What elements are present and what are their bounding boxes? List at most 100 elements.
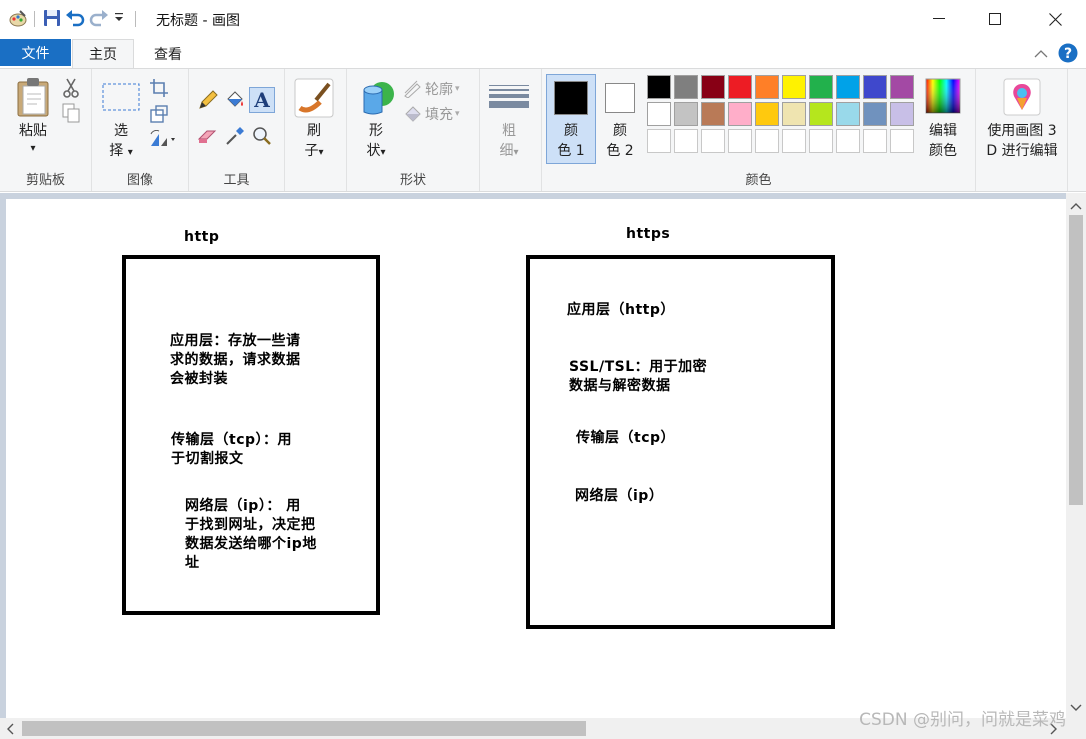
quick-access-toolbar [8, 9, 136, 29]
http-ip-line3: 数据发送给哪个ip地 [185, 536, 317, 552]
custom-color-slot[interactable] [836, 129, 860, 153]
palette-swatch[interactable] [647, 75, 671, 99]
select-label-2: 择 ▾ [109, 143, 133, 159]
outline-button[interactable]: 轮廓 ▾ [403, 79, 475, 99]
scroll-up-icon[interactable] [1070, 199, 1082, 214]
outline-label: 轮廓 [425, 82, 453, 98]
https-ssl-line1: SSL/TSL：用于加密 [569, 359, 708, 375]
palette-swatch[interactable] [755, 75, 779, 99]
brushes-label-2: 子▾ [304, 143, 324, 159]
shapes-button[interactable] [355, 77, 397, 119]
paint3d-button[interactable] [1002, 77, 1042, 117]
minimize-button[interactable] [916, 0, 962, 38]
palette-swatch[interactable] [890, 102, 914, 126]
custom-color-slot[interactable] [863, 129, 887, 153]
cut-icon[interactable] [60, 77, 82, 99]
scroll-left-icon[interactable] [6, 723, 14, 739]
redo-icon[interactable] [89, 9, 113, 29]
horizontal-scroll-thumb[interactable] [22, 721, 586, 736]
scroll-down-icon[interactable] [1070, 701, 1082, 716]
save-icon[interactable] [43, 9, 65, 29]
palette-swatch[interactable] [836, 75, 860, 99]
palette-swatch[interactable] [782, 75, 806, 99]
paste-dropdown-icon[interactable]: ▾ [12, 139, 54, 159]
pencil-icon[interactable] [197, 89, 219, 111]
palette-swatch[interactable] [863, 75, 887, 99]
tab-home[interactable]: 主页 [72, 39, 134, 68]
undo-icon[interactable] [65, 9, 89, 29]
size-label-2: 细▾ [499, 143, 519, 159]
palette-swatch[interactable] [728, 75, 752, 99]
color-picker-icon[interactable] [224, 125, 246, 147]
rotate-icon[interactable] [148, 128, 178, 150]
custom-color-slot[interactable] [701, 129, 725, 153]
vertical-scrollbar[interactable] [1066, 193, 1086, 718]
fill-bucket-icon[interactable] [224, 89, 246, 111]
vertical-scroll-thumb[interactable] [1069, 215, 1083, 505]
copy-icon[interactable] [60, 102, 82, 124]
custom-color-slot[interactable] [728, 129, 752, 153]
palette-swatch[interactable] [755, 102, 779, 126]
tab-file[interactable]: 文件 [0, 39, 71, 66]
palette-swatch[interactable] [674, 102, 698, 126]
palette-swatch[interactable] [863, 102, 887, 126]
custom-color-slot[interactable] [809, 129, 833, 153]
custom-color-slot[interactable] [674, 129, 698, 153]
https-tcp: 传输层（tcp） [576, 430, 676, 446]
color1-swatch [554, 81, 588, 115]
paint3d-group: 使用画图 3 D 进行编辑 [976, 69, 1068, 191]
brushes-button[interactable] [293, 77, 335, 119]
paint3d-label-2: D 进行编辑 [986, 143, 1058, 159]
shapes-group-label: 形状 [399, 173, 426, 188]
separator [34, 11, 35, 27]
brushes-label-1: 刷 [307, 123, 321, 139]
http-tcp-line2: 于切割报文 [171, 451, 244, 467]
https-title: https [626, 226, 671, 242]
resize-icon[interactable] [148, 103, 170, 125]
palette-swatch[interactable] [836, 102, 860, 126]
palette-swatch[interactable] [674, 75, 698, 99]
palette-swatch[interactable] [782, 102, 806, 126]
palette-swatch[interactable] [647, 102, 671, 126]
shapes-group: 形 状▾ 轮廓 ▾ 填充 ▾ 形状 [347, 69, 480, 191]
text-tool-button[interactable]: A [249, 87, 275, 113]
drawing-canvas[interactable]: http 应用层：存放一些请 求的数据，请求数据 会被封装 传输层（tcp）：用… [6, 199, 1066, 718]
scrollbar-corner [1066, 718, 1086, 739]
palette-swatch[interactable] [701, 102, 725, 126]
paint3d-label-1: 使用画图 3 [987, 123, 1057, 139]
palette-swatch[interactable] [890, 75, 914, 99]
https-ssl-line2: 数据与解密数据 [569, 378, 671, 394]
colors-group-label: 颜色 [745, 173, 772, 188]
color2-swatch [605, 83, 635, 113]
edit-colors-button[interactable] [924, 77, 962, 115]
close-button[interactable] [1032, 0, 1078, 38]
customize-toolbar-icon[interactable] [113, 9, 129, 29]
palette-swatch[interactable] [809, 75, 833, 99]
custom-color-slot[interactable] [782, 129, 806, 153]
paste-label: 粘贴 [19, 123, 47, 139]
workspace: http 应用层：存放一些请 求的数据，请求数据 会被封装 传输层（tcp）：用… [0, 193, 1066, 718]
collapse-ribbon-icon[interactable] [1034, 48, 1048, 63]
shapes-label-2: 状▾ [366, 143, 386, 159]
palette-swatch[interactable] [809, 102, 833, 126]
https-ip: 网络层（ip） [575, 488, 664, 504]
http-app-line1: 应用层：存放一些请 [170, 333, 301, 349]
eraser-icon[interactable] [197, 125, 219, 147]
custom-color-slot[interactable] [755, 129, 779, 153]
help-icon[interactable]: ? [1058, 43, 1078, 67]
palette-swatch[interactable] [701, 75, 725, 99]
palette-swatch[interactable] [728, 102, 752, 126]
custom-color-slot[interactable] [647, 129, 671, 153]
fill-button[interactable]: 填充 ▾ [403, 104, 475, 124]
watermark: CSDN @别问，问就是菜鸡 [859, 710, 1066, 730]
magnifier-icon[interactable] [251, 125, 273, 147]
crop-icon[interactable] [148, 77, 170, 99]
tab-view[interactable]: 查看 [140, 39, 196, 68]
size-button[interactable] [488, 79, 530, 113]
paint-app-icon[interactable] [8, 9, 30, 29]
custom-color-slot[interactable] [890, 129, 914, 153]
maximize-button[interactable] [972, 0, 1018, 38]
edit-colors-label-2: 颜色 [929, 143, 957, 159]
separator [135, 11, 136, 27]
select-button[interactable] [100, 81, 142, 113]
